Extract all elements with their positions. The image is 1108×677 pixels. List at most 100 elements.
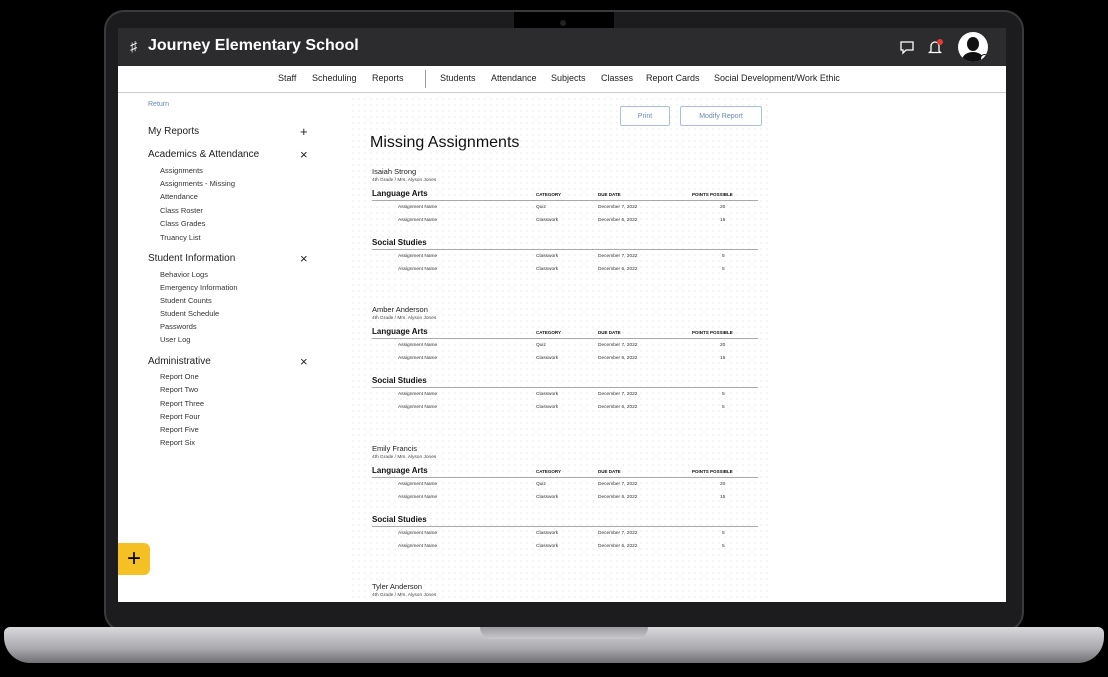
assignment-due-date: December 7, 2022: [598, 392, 638, 397]
collapse-icon[interactable]: ×: [300, 355, 308, 368]
user-avatar[interactable]: [958, 32, 988, 62]
main-nav: Staff Scheduling Reports Students Attend…: [118, 66, 1006, 93]
nav-attendance[interactable]: Attendance: [491, 73, 537, 83]
assignment-name[interactable]: Assignment Name: [398, 343, 437, 348]
assignment-name[interactable]: Assignment Name: [398, 482, 437, 487]
sidebar-item-report-three[interactable]: Report Three: [160, 399, 204, 408]
collapse-icon[interactable]: ×: [300, 148, 308, 161]
student-name: Emily Francis: [372, 444, 418, 453]
sidebar-item-report-four[interactable]: Report Four: [160, 412, 200, 421]
chat-icon[interactable]: [898, 38, 916, 56]
sidebar-item-behavior-logs[interactable]: Behavior Logs: [160, 270, 208, 279]
assignment-name[interactable]: Assignment Name: [398, 356, 437, 361]
sidebar-item-user-log[interactable]: User Log: [160, 335, 190, 344]
section-academics-attendance[interactable]: Academics & Attendance: [148, 149, 259, 160]
nav-subjects[interactable]: Subjects: [551, 73, 586, 83]
sidebar-item-attendance[interactable]: Attendance: [160, 192, 198, 201]
sidebar-item-truancy-list[interactable]: Truancy List: [160, 233, 201, 242]
expand-icon[interactable]: +: [300, 125, 308, 138]
column-header-points: POINTS POSSIBLE: [692, 469, 733, 474]
sidebar-item-report-one[interactable]: Report One: [160, 372, 199, 381]
column-header-points: POINTS POSSIBLE: [692, 192, 733, 197]
nav-students[interactable]: Students: [440, 73, 476, 83]
sidebar-item-student-schedule[interactable]: Student Schedule: [160, 309, 219, 318]
assignment-name[interactable]: Assignment Name: [398, 405, 437, 410]
assignment-category: Classwork: [536, 356, 559, 361]
assignment-due-date: December 7, 2022: [598, 482, 638, 487]
report-title: Missing Assignments: [370, 134, 520, 151]
nav-scheduling[interactable]: Scheduling: [312, 73, 357, 83]
sidebar-item-report-six[interactable]: Report Six: [160, 438, 195, 447]
assignment-category: Classwork: [536, 267, 559, 272]
camera-icon: [560, 20, 566, 26]
subject-heading: Social Studies: [372, 238, 427, 247]
column-header-category: CATEGORY: [536, 330, 562, 335]
assignment-name[interactable]: Assignment Name: [398, 267, 437, 272]
column-header-category: CATEGORY: [536, 469, 562, 474]
assignment-points: 15: [720, 218, 726, 223]
assignment-points: 5: [722, 267, 725, 272]
section-administrative[interactable]: Administrative: [148, 356, 211, 367]
student-name: Tyler Anderson: [372, 582, 423, 591]
modify-report-button[interactable]: Modify Report: [680, 106, 762, 126]
sidebar-item-class-roster[interactable]: Class Roster: [160, 206, 203, 215]
student-name: Amber Anderson: [372, 305, 428, 314]
notification-bell-icon[interactable]: [926, 38, 944, 56]
sidebar-item-passwords[interactable]: Passwords: [160, 322, 197, 331]
sidebar-item-report-five[interactable]: Report Five: [160, 425, 199, 434]
sidebar-item-emergency-information[interactable]: Emergency Information: [160, 283, 238, 292]
sidebar-item-student-counts[interactable]: Student Counts: [160, 296, 212, 305]
assignment-due-date: December 7, 2022: [598, 531, 638, 536]
assignment-category: Classwork: [536, 392, 559, 397]
assignment-name[interactable]: Assignment Name: [398, 495, 437, 500]
assignment-points: 15: [720, 356, 726, 361]
divider: [372, 200, 758, 201]
assignment-category: Quiz: [536, 343, 546, 348]
section-student-information[interactable]: Student Information: [148, 253, 235, 264]
nav-reports[interactable]: Reports: [372, 73, 404, 83]
assignment-category: Classwork: [536, 495, 559, 500]
assignment-due-date: December 6, 2022: [598, 267, 638, 272]
column-header-due-date: DUE DATE: [598, 469, 621, 474]
subject-heading: Social Studies: [372, 515, 427, 524]
assignment-category: Classwork: [536, 531, 559, 536]
assignment-due-date: December 6, 2022: [598, 544, 638, 549]
print-button[interactable]: Print: [620, 106, 670, 126]
column-header-category: CATEGORY: [536, 192, 562, 197]
assignment-points: 20: [720, 205, 726, 210]
assignment-name[interactable]: Assignment Name: [398, 254, 437, 259]
assignment-name[interactable]: Assignment Name: [398, 531, 437, 536]
student-class: 4th Grade / Mrs. Alyson Jones: [372, 178, 437, 183]
assignment-name[interactable]: Assignment Name: [398, 205, 437, 210]
student-class: 4th Grade / Mrs. Alyson Jones: [372, 455, 437, 460]
add-button[interactable]: +: [118, 543, 150, 575]
sidebar-item-class-grades[interactable]: Class Grades: [160, 219, 205, 228]
sidebar-item-report-two[interactable]: Report Two: [160, 385, 198, 394]
assignment-due-date: December 6, 2022: [598, 495, 638, 500]
return-link[interactable]: Return: [148, 101, 169, 108]
assignment-name[interactable]: Assignment Name: [398, 392, 437, 397]
subject-heading: Language Arts: [372, 189, 428, 198]
collapse-icon[interactable]: ×: [300, 252, 308, 265]
assignment-points: 5: [722, 392, 725, 397]
column-header-due-date: DUE DATE: [598, 192, 621, 197]
sidebar-item-assignments-missing[interactable]: Assignments - Missing: [160, 179, 235, 188]
nav-report-cards[interactable]: Report Cards: [646, 73, 700, 83]
assignment-category: Classwork: [536, 218, 559, 223]
student-class: 4th Grade / Mrs. Alyson Jones: [372, 316, 437, 321]
section-my-reports[interactable]: My Reports: [148, 126, 199, 137]
divider: [372, 477, 758, 478]
app-title: Journey Elementary School: [148, 37, 359, 54]
assignment-name[interactable]: Assignment Name: [398, 218, 437, 223]
divider: [372, 338, 758, 339]
nav-classes[interactable]: Classes: [601, 73, 633, 83]
laptop-base-notch: [480, 627, 648, 639]
student-class: 4th Grade / Mrs. Alyson Jones: [372, 593, 437, 598]
nav-staff[interactable]: Staff: [278, 73, 296, 83]
column-header-points: POINTS POSSIBLE: [692, 330, 733, 335]
sidebar-item-assignments[interactable]: Assignments: [160, 166, 203, 175]
assignment-points: 20: [720, 343, 726, 348]
divider: [372, 249, 758, 250]
nav-social-development[interactable]: Social Development/Work Ethic: [714, 73, 840, 83]
assignment-name[interactable]: Assignment Name: [398, 544, 437, 549]
